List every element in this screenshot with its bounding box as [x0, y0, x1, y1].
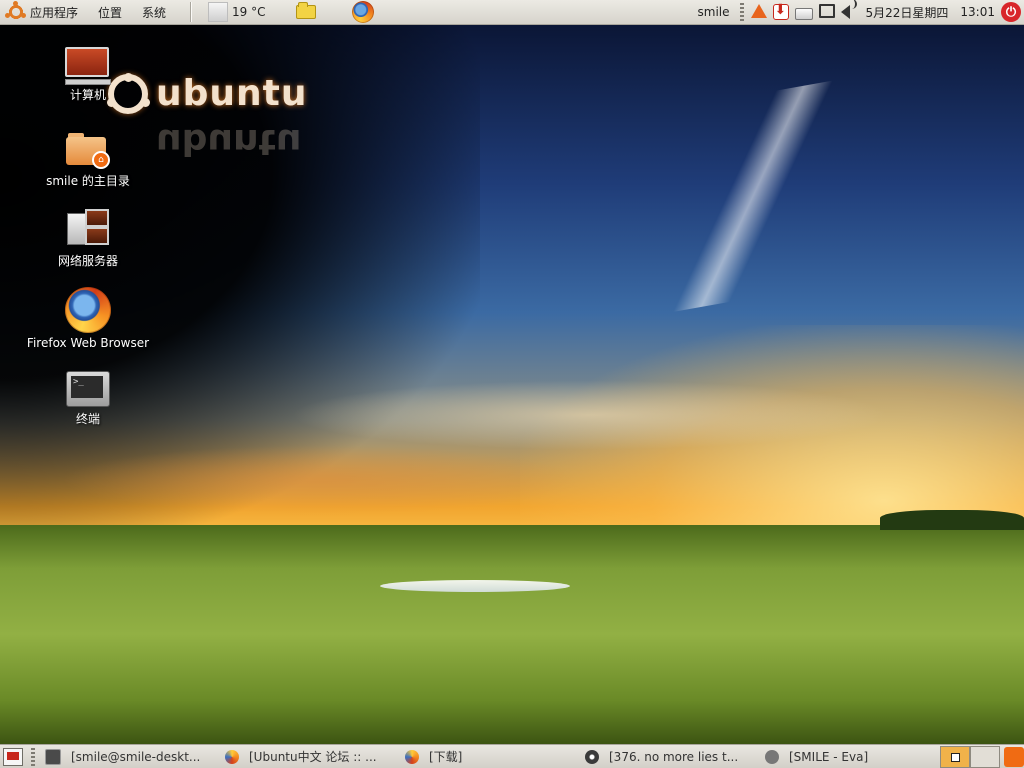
ubuntu-logo-icon: [5, 1, 26, 22]
weather-applet[interactable]: 19 °C: [202, 0, 271, 25]
places-menu-label: 位置: [98, 5, 123, 20]
wallpaper-clouds: [290, 380, 890, 450]
desktop-icon-terminal[interactable]: >_ 终端: [8, 371, 168, 427]
clock-date[interactable]: 5月22日星期四: [860, 0, 955, 25]
desktop-icon-label: 终端: [75, 412, 100, 426]
taskbar-item-label: [smile@smile-deskt...: [71, 749, 201, 764]
taskbar-item-music[interactable]: [376. no more lies t...: [579, 746, 759, 768]
ubuntu-wordmark-text: ubuntu: [156, 73, 308, 114]
user-switcher[interactable]: smile: [692, 0, 736, 25]
wallpaper-clouds-low: [60, 445, 580, 515]
firefox-icon: [225, 749, 239, 764]
desktop-icon-label: Firefox Web Browser: [26, 336, 150, 350]
desktop-icon-computer[interactable]: 计算机: [8, 47, 168, 103]
workspace-2[interactable]: [970, 745, 1000, 768]
wallpaper-treeline: [880, 510, 1024, 530]
power-button[interactable]: ⏻: [1001, 0, 1024, 25]
taskbar-item-label: [SMILE - Eva]: [789, 749, 869, 764]
keyboard-icon[interactable]: [794, 7, 813, 20]
applications-menu-label: 应用程序: [30, 5, 79, 20]
applications-menu[interactable]: 应用程序: [0, 0, 92, 25]
show-desktop-button[interactable]: [3, 747, 23, 766]
network-icon[interactable]: [818, 4, 835, 20]
taskbar-item-label: [376. no more lies t...: [609, 749, 739, 764]
firefox-icon: [65, 287, 111, 333]
taskbar-item-firefox-forum[interactable]: [Ubuntu中文 论坛 :: ...: [219, 746, 399, 768]
wallpaper-cloud-wisp: [634, 77, 886, 313]
panel-drag-handle[interactable]: [739, 3, 744, 21]
system-menu[interactable]: 系统: [136, 0, 180, 25]
computer-icon: [65, 47, 111, 85]
wallpaper-pond: [380, 580, 570, 592]
folder-icon: [295, 2, 316, 19]
desktop[interactable]: ubuntu ubuntu 计算机 ⌂ smile 的主目录 网络服务器 Fir…: [0, 25, 1024, 744]
bottom-panel: [smile@smile-deskt... [Ubuntu中文 论坛 :: ..…: [0, 744, 1024, 768]
clock-time[interactable]: 13:01: [954, 0, 1001, 25]
places-menu[interactable]: 位置: [92, 0, 136, 25]
desktop-icon-label: 计算机: [69, 88, 106, 102]
eva-icon: [765, 749, 779, 764]
folder-launcher[interactable]: [290, 0, 322, 25]
weather-icon: [208, 2, 229, 22]
workspace-1[interactable]: [940, 745, 970, 768]
weather-temperature: 19 °C: [232, 5, 266, 19]
firefox-icon: [405, 749, 419, 764]
network-servers-icon: [65, 209, 111, 249]
music-player-icon: [585, 749, 599, 764]
wallpaper-grass-field: [0, 525, 1024, 744]
power-icon: ⏻: [1001, 2, 1021, 22]
taskbar-item-eva[interactable]: [SMILE - Eva]: [759, 746, 909, 768]
taskbar-item-downloads[interactable]: [下载]: [399, 746, 579, 768]
firefox-launcher[interactable]: [346, 0, 380, 25]
top-panel: 应用程序 位置 系统 19 °C smile 5月22日星期四 13:01 ⏻: [0, 0, 1024, 25]
taskbar-item-label: [下载]: [429, 750, 463, 764]
taskbar-item-terminal[interactable]: [smile@smile-deskt...: [39, 746, 219, 768]
taskbar-item-label: [Ubuntu中文 论坛 :: ...: [249, 750, 377, 764]
time-label: 13:01: [960, 5, 995, 19]
desktop-icon-firefox[interactable]: Firefox Web Browser: [8, 287, 168, 350]
desktop-icon-label: smile 的主目录: [46, 174, 130, 188]
update-notifier-icon[interactable]: [750, 4, 767, 20]
terminal-icon: [45, 748, 61, 765]
username-label: smile: [697, 5, 730, 19]
download-icon[interactable]: [772, 2, 789, 20]
volume-icon[interactable]: [840, 4, 857, 20]
date-label: 5月22日星期四: [865, 5, 949, 20]
desktop-icon-home[interactable]: ⌂ smile 的主目录: [8, 131, 168, 189]
trash-icon[interactable]: [1004, 746, 1024, 767]
home-folder-icon: ⌂: [66, 131, 110, 169]
panel-drag-handle[interactable]: [31, 747, 35, 766]
terminal-icon: >_: [66, 371, 110, 407]
panel-separator: [190, 2, 193, 22]
system-menu-label: 系统: [142, 5, 167, 20]
desktop-icon-network[interactable]: 网络服务器: [8, 209, 168, 269]
desktop-icon-label: 网络服务器: [57, 254, 118, 268]
firefox-icon: [351, 1, 374, 23]
